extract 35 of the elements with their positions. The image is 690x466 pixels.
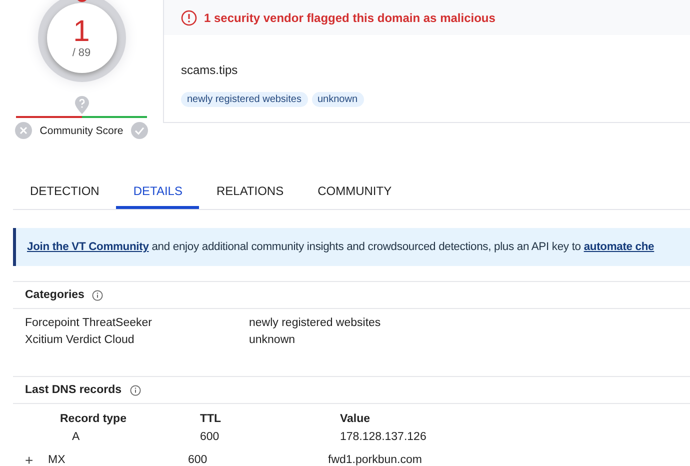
tab[interactable]: DETECTION — [13, 172, 116, 209]
column-header: Value — [340, 413, 370, 425]
join-community-link[interactable]: Join the VT Community — [27, 241, 149, 253]
record-type: A — [71, 431, 81, 443]
question-pin-icon — [74, 96, 88, 114]
tab[interactable]: DETAILS — [116, 172, 200, 209]
expand-button[interactable]: + — [25, 452, 48, 466]
ttl-value: 600 — [200, 431, 220, 443]
vendor-name: Forcepoint ThreatSeeker — [25, 316, 153, 331]
column-header: Record type — [60, 413, 128, 425]
tab[interactable]: RELATIONS — [199, 172, 301, 209]
automate-link[interactable]: automate che — [584, 241, 654, 253]
ttl-value: 600 — [188, 454, 208, 466]
category-value: unknown — [249, 333, 296, 348]
domain-name: scams.tips — [181, 63, 239, 77]
vendor-name: Xcitium Verdict Cloud — [25, 333, 136, 348]
info-icon[interactable] — [130, 384, 141, 396]
banner-text: Join the VT Community and enjoy additional community insights and crowdsourced detections, plus an API key to automate che — [27, 241, 654, 253]
category-tag[interactable]: unknown — [312, 92, 364, 107]
record-value: 178.128.137.126 — [340, 431, 426, 443]
column-header: TTL — [200, 413, 222, 425]
record-type: MX — [48, 454, 66, 466]
checkmark-icon[interactable] — [130, 122, 148, 139]
record-value: fwd1.porkbun.com — [328, 454, 422, 466]
community-score-label: Community Score — [40, 124, 124, 136]
section-title: Categories — [25, 289, 84, 301]
warning-icon — [181, 10, 197, 26]
tab[interactable]: COMMUNITY — [300, 172, 409, 209]
total-count: / 89 — [72, 47, 91, 59]
category-value: newly registered websites — [249, 316, 381, 331]
alert-text: 1 security vendor flagged this domain as malicious — [204, 10, 496, 24]
info-icon[interactable] — [92, 290, 104, 300]
section-title: Last DNS records — [25, 384, 122, 396]
category-tag[interactable]: newly registered websites — [181, 92, 308, 107]
detection-count: 1 — [73, 17, 90, 47]
